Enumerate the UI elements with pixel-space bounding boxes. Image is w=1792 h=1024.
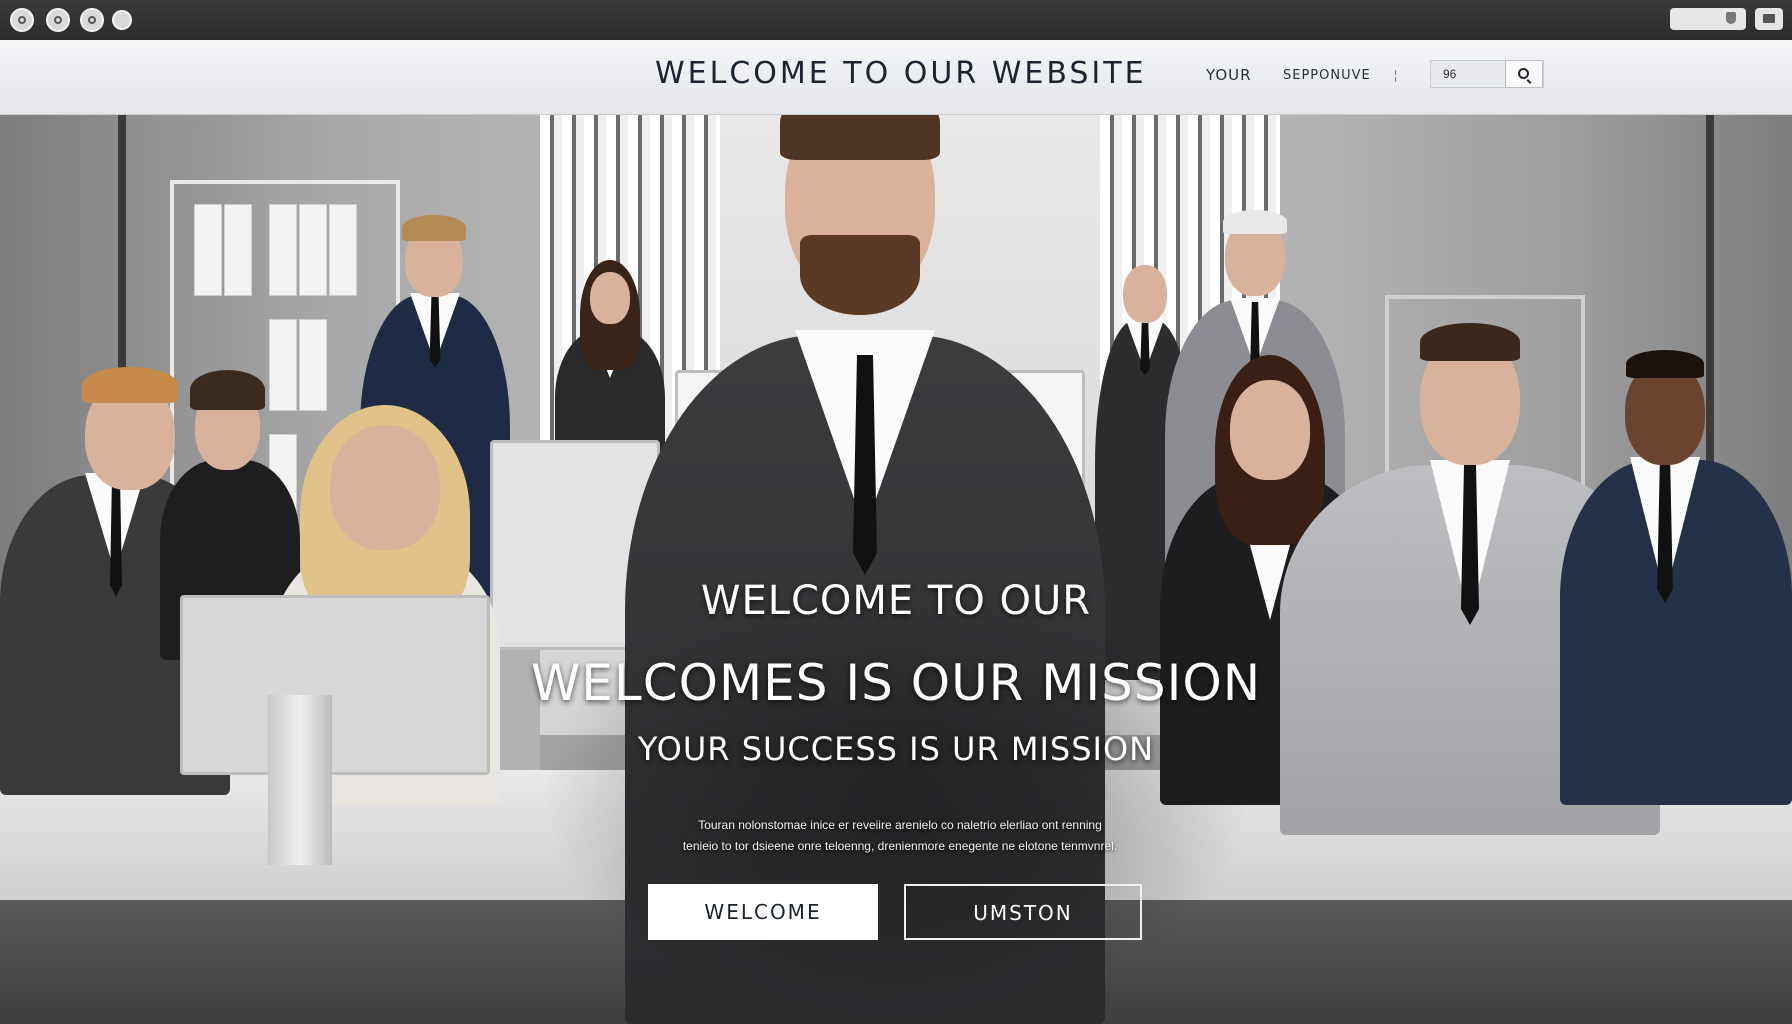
address-bar[interactable]: [1670, 8, 1746, 30]
text-backdrop: [540, 575, 1252, 1024]
tabs-button[interactable]: [1755, 8, 1783, 30]
umston-button[interactable]: UMSTON: [904, 884, 1142, 940]
hero-heading-line2: WELCOMES IS OUR MISSION: [530, 654, 1262, 712]
search-button[interactable]: [1505, 60, 1543, 88]
hero-tagline: YOUR SUCCESS IS UR MISSION: [637, 730, 1155, 768]
hero-description-line2: tenieio to tor dsieene onre teloenng, dr…: [682, 839, 1118, 853]
hero-description-line1: Touran nolonstomae inice er reveiire are…: [698, 818, 1102, 832]
monitor-stand: [268, 695, 332, 865]
nav-separator: ¦: [1394, 68, 1398, 82]
shield-icon: [1726, 12, 1736, 24]
window-maximize-button[interactable]: [80, 8, 104, 32]
binder: [299, 319, 327, 411]
binder: [224, 204, 252, 296]
site-header: WELCOME TO OUR WEBSITE YOUR SEPPONUVE ¦: [0, 40, 1792, 115]
window-fullscreen-button[interactable]: [112, 10, 132, 30]
browser-chrome: [0, 0, 1792, 40]
search-icon: [1518, 68, 1529, 79]
search-input[interactable]: [1431, 61, 1509, 87]
window-minimize-button[interactable]: [46, 8, 70, 32]
hero-heading-line1: WELCOME TO OUR: [700, 578, 1092, 624]
search-box: [1430, 60, 1544, 88]
welcome-button[interactable]: WELCOME: [648, 884, 878, 940]
binder: [194, 204, 222, 296]
binder: [299, 204, 327, 296]
site-brand[interactable]: WELCOME TO OUR WEBSITE: [655, 56, 1147, 91]
binder: [269, 204, 297, 296]
nav-link-sepponuve[interactable]: SEPPONUVE: [1283, 68, 1371, 83]
tabs-icon: [1763, 14, 1775, 23]
binder: [329, 204, 357, 296]
nav-link-your[interactable]: YOUR: [1206, 66, 1252, 84]
hero-banner: [0, 115, 1792, 1024]
window-close-button[interactable]: [10, 8, 34, 32]
hero-description: Touran nolonstomae inice er reveiire are…: [590, 815, 1210, 857]
